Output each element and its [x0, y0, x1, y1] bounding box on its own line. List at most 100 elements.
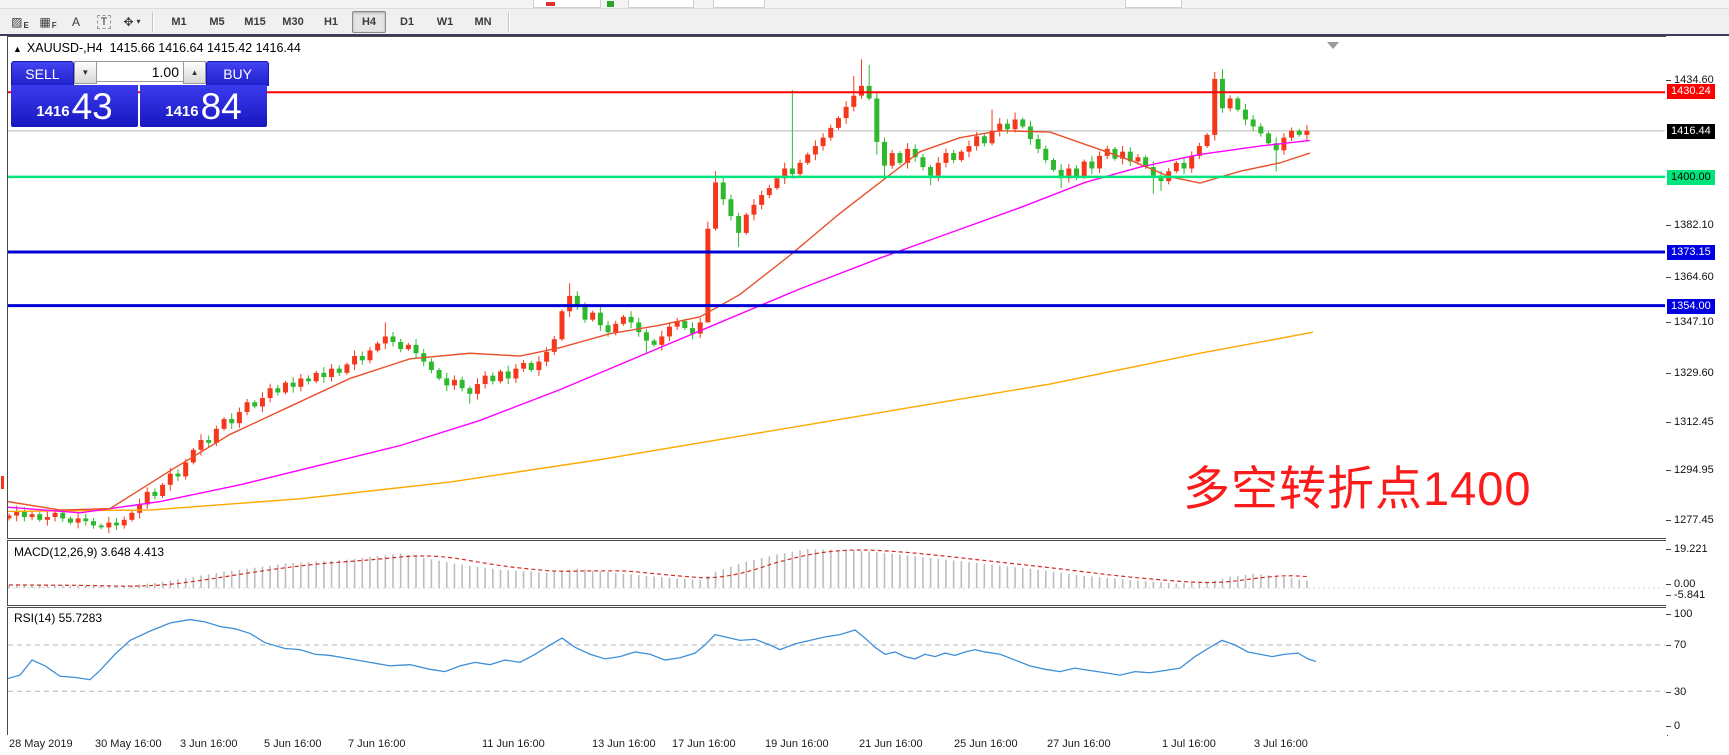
date-tick-label: 27 Jun 16:00	[1047, 738, 1111, 750]
axis-tick-mark	[1666, 584, 1671, 585]
date-tick-label: 19 Jun 16:00	[765, 738, 829, 750]
clipped-widget	[713, 0, 765, 8]
clipped-widget	[628, 0, 694, 8]
indicators-expert-icon[interactable]: ▨E	[7, 10, 33, 33]
date-tick-label: 13 Jun 16:00	[592, 738, 656, 750]
volume-increase-button[interactable]: ▲	[183, 61, 206, 84]
price-level-tag: 1354.00	[1667, 299, 1715, 314]
date-tick-label: 17 Jun 16:00	[672, 738, 736, 750]
date-tick-label: 5 Jun 16:00	[264, 738, 322, 750]
buy-button[interactable]: BUY	[206, 61, 269, 86]
axis-tick-mark	[1666, 726, 1671, 727]
timeframe-button-mn[interactable]: MN	[466, 11, 500, 33]
timeframe-button-m15[interactable]: M15	[238, 11, 272, 33]
volume-input[interactable]	[97, 61, 183, 82]
chart-symbol-label: XAUUSD-,H4	[27, 41, 103, 55]
date-tick-label: 30 May 16:00	[95, 738, 162, 750]
timeframe-button-h1[interactable]: H1	[314, 11, 348, 33]
sell-price-button[interactable]: 1416 43	[11, 85, 138, 127]
rsi-label: RSI(14) 55.7283	[14, 611, 102, 625]
axis-tick-mark	[1666, 470, 1671, 471]
bar-high-value: 1416.64	[158, 41, 203, 55]
price-tick-label: 1364.60	[1674, 270, 1714, 284]
clipped-candle-fragment	[1, 476, 4, 489]
indicator-tick-label: -5.841	[1674, 588, 1705, 602]
indicator-tick-label: 70	[1674, 638, 1686, 652]
date-tick-label: 1 Jul 16:00	[1162, 738, 1216, 750]
indicator-tick-label: 30	[1674, 685, 1686, 699]
clipped-red-fragment	[546, 2, 555, 6]
macd-label: MACD(12,26,9) 3.648 4.413	[14, 545, 164, 559]
toolbar-separator	[152, 12, 154, 32]
clipped-toolbar-strip	[0, 0, 1729, 9]
timeframe-button-m1[interactable]: M1	[162, 11, 196, 33]
macd-panel[interactable]	[7, 540, 1668, 606]
price-tick-label: 1294.95	[1674, 463, 1714, 477]
axis-tick-mark	[1666, 373, 1671, 374]
chart-text-annotation: 多空转折点1400	[1183, 450, 1532, 519]
rsi-panel[interactable]	[7, 607, 1668, 736]
date-tick-label: 7 Jun 16:00	[348, 738, 406, 750]
timeframe-button-d1[interactable]: D1	[390, 11, 424, 33]
price-tick-label: 1382.10	[1674, 218, 1714, 232]
price-tick-label: 1347.10	[1674, 315, 1714, 329]
date-tick-label: 3 Jul 16:00	[1254, 738, 1308, 750]
time-axis[interactable]: 28 May 2019 30 May 16:00 3 Jun 16:00 5 Jun …	[7, 735, 1667, 755]
price-axis[interactable]: 1434.601382.101364.601347.101329.601312.…	[1666, 36, 1729, 735]
buy-price-whole: 1416	[165, 103, 198, 120]
macd-chart-canvas[interactable]	[8, 541, 1665, 603]
price-tick-label: 1329.60	[1674, 366, 1714, 380]
date-tick-label: 21 Jun 16:00	[859, 738, 923, 750]
date-tick-label: 25 Jun 16:00	[954, 738, 1018, 750]
bar-low-value: 1415.42	[207, 41, 252, 55]
volume-decrease-button[interactable]: ▼	[74, 61, 97, 84]
timeframe-button-m30[interactable]: M30	[276, 11, 310, 33]
collapse-quote-panel-icon[interactable]: ▲	[13, 44, 22, 54]
timeframe-button-h4[interactable]: H4	[352, 11, 386, 33]
indicator-tick-label: 19.221	[1674, 542, 1708, 556]
indicator-tick-label: 0	[1674, 719, 1680, 733]
axis-tick-mark	[1666, 277, 1671, 278]
axis-tick-mark	[1666, 322, 1671, 323]
grid-fibonacci-icon[interactable]: ▦F	[35, 10, 61, 33]
chart-toolbar: ▨E▦FAT✥▾ M1M5M15M30H1H4D1W1MN	[0, 9, 1729, 35]
price-level-tag: 1373.15	[1667, 245, 1715, 260]
axis-tick-mark	[1666, 422, 1671, 423]
arrows-objects-icon[interactable]: ✥▾	[119, 10, 145, 33]
text-label-icon[interactable]: A	[63, 10, 89, 33]
axis-tick-mark	[1666, 645, 1671, 646]
timeframe-button-m5[interactable]: M5	[200, 11, 234, 33]
axis-tick-mark	[1666, 225, 1671, 226]
clipped-green-fragment	[607, 1, 614, 7]
clipped-widget	[533, 0, 601, 8]
text-box-icon[interactable]: T	[91, 10, 117, 33]
buy-price-button[interactable]: 1416 84	[140, 85, 267, 127]
toolbar-separator	[508, 12, 510, 32]
chart-title: ▲ XAUUSD-,H4 1415.66 1416.64 1415.42 1416…	[13, 41, 301, 55]
axis-tick-mark	[1666, 520, 1671, 521]
price-level-tag: 1430.24	[1667, 84, 1715, 99]
date-tick-label: 28 May 2019	[9, 738, 73, 750]
price-tick-label: 1277.45	[1674, 513, 1714, 527]
sell-price-whole: 1416	[36, 103, 69, 120]
bar-open-value: 1415.66	[110, 41, 155, 55]
mt4-terminal-window: ▨E▦FAT✥▾ M1M5M15M30H1H4D1W1MN ▲ XAUUSD-,H4…	[0, 0, 1729, 755]
axis-tick-mark	[1666, 595, 1671, 596]
date-tick-label: 11 Jun 16:00	[482, 738, 545, 750]
axis-tick-mark	[1666, 549, 1671, 550]
indicator-tick-label: 100	[1674, 607, 1692, 621]
clipped-widget	[1125, 0, 1182, 8]
date-tick-label: 3 Jun 16:00	[180, 738, 238, 750]
axis-tick-mark	[1666, 692, 1671, 693]
one-click-trading-panel: SELL ▼ ▲ BUY 1416 43 1416 84	[11, 61, 269, 127]
timeframe-button-w1[interactable]: W1	[428, 11, 462, 33]
sell-button[interactable]: SELL	[11, 61, 74, 86]
price-level-tag: 1400.00	[1667, 170, 1715, 185]
rsi-chart-canvas[interactable]	[8, 608, 1665, 733]
sell-price-pips: 43	[72, 87, 113, 127]
buy-price-pips: 84	[201, 87, 242, 127]
bar-close-value: 1416.44	[256, 41, 301, 55]
axis-tick-mark	[1666, 80, 1671, 81]
axis-tick-mark	[1666, 614, 1671, 615]
price-tick-label: 1312.45	[1674, 415, 1714, 429]
